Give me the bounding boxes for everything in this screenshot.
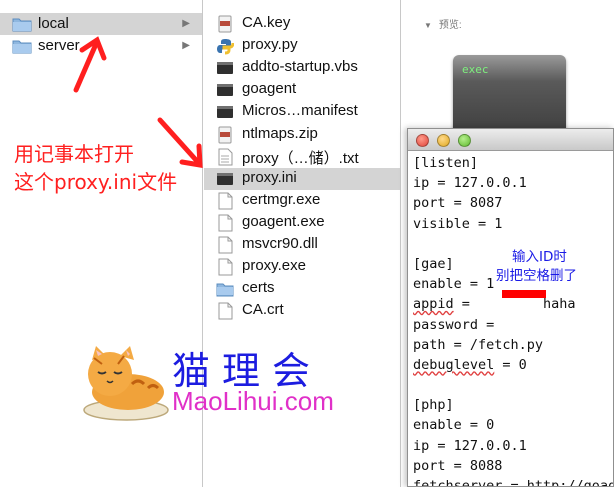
cat-mascot-icon — [83, 346, 169, 421]
watermark-url: MaoLihui.com — [172, 386, 334, 416]
arrow-up-to-local-icon — [73, 36, 107, 93]
arrow-to-proxy-ini-icon — [157, 117, 203, 168]
